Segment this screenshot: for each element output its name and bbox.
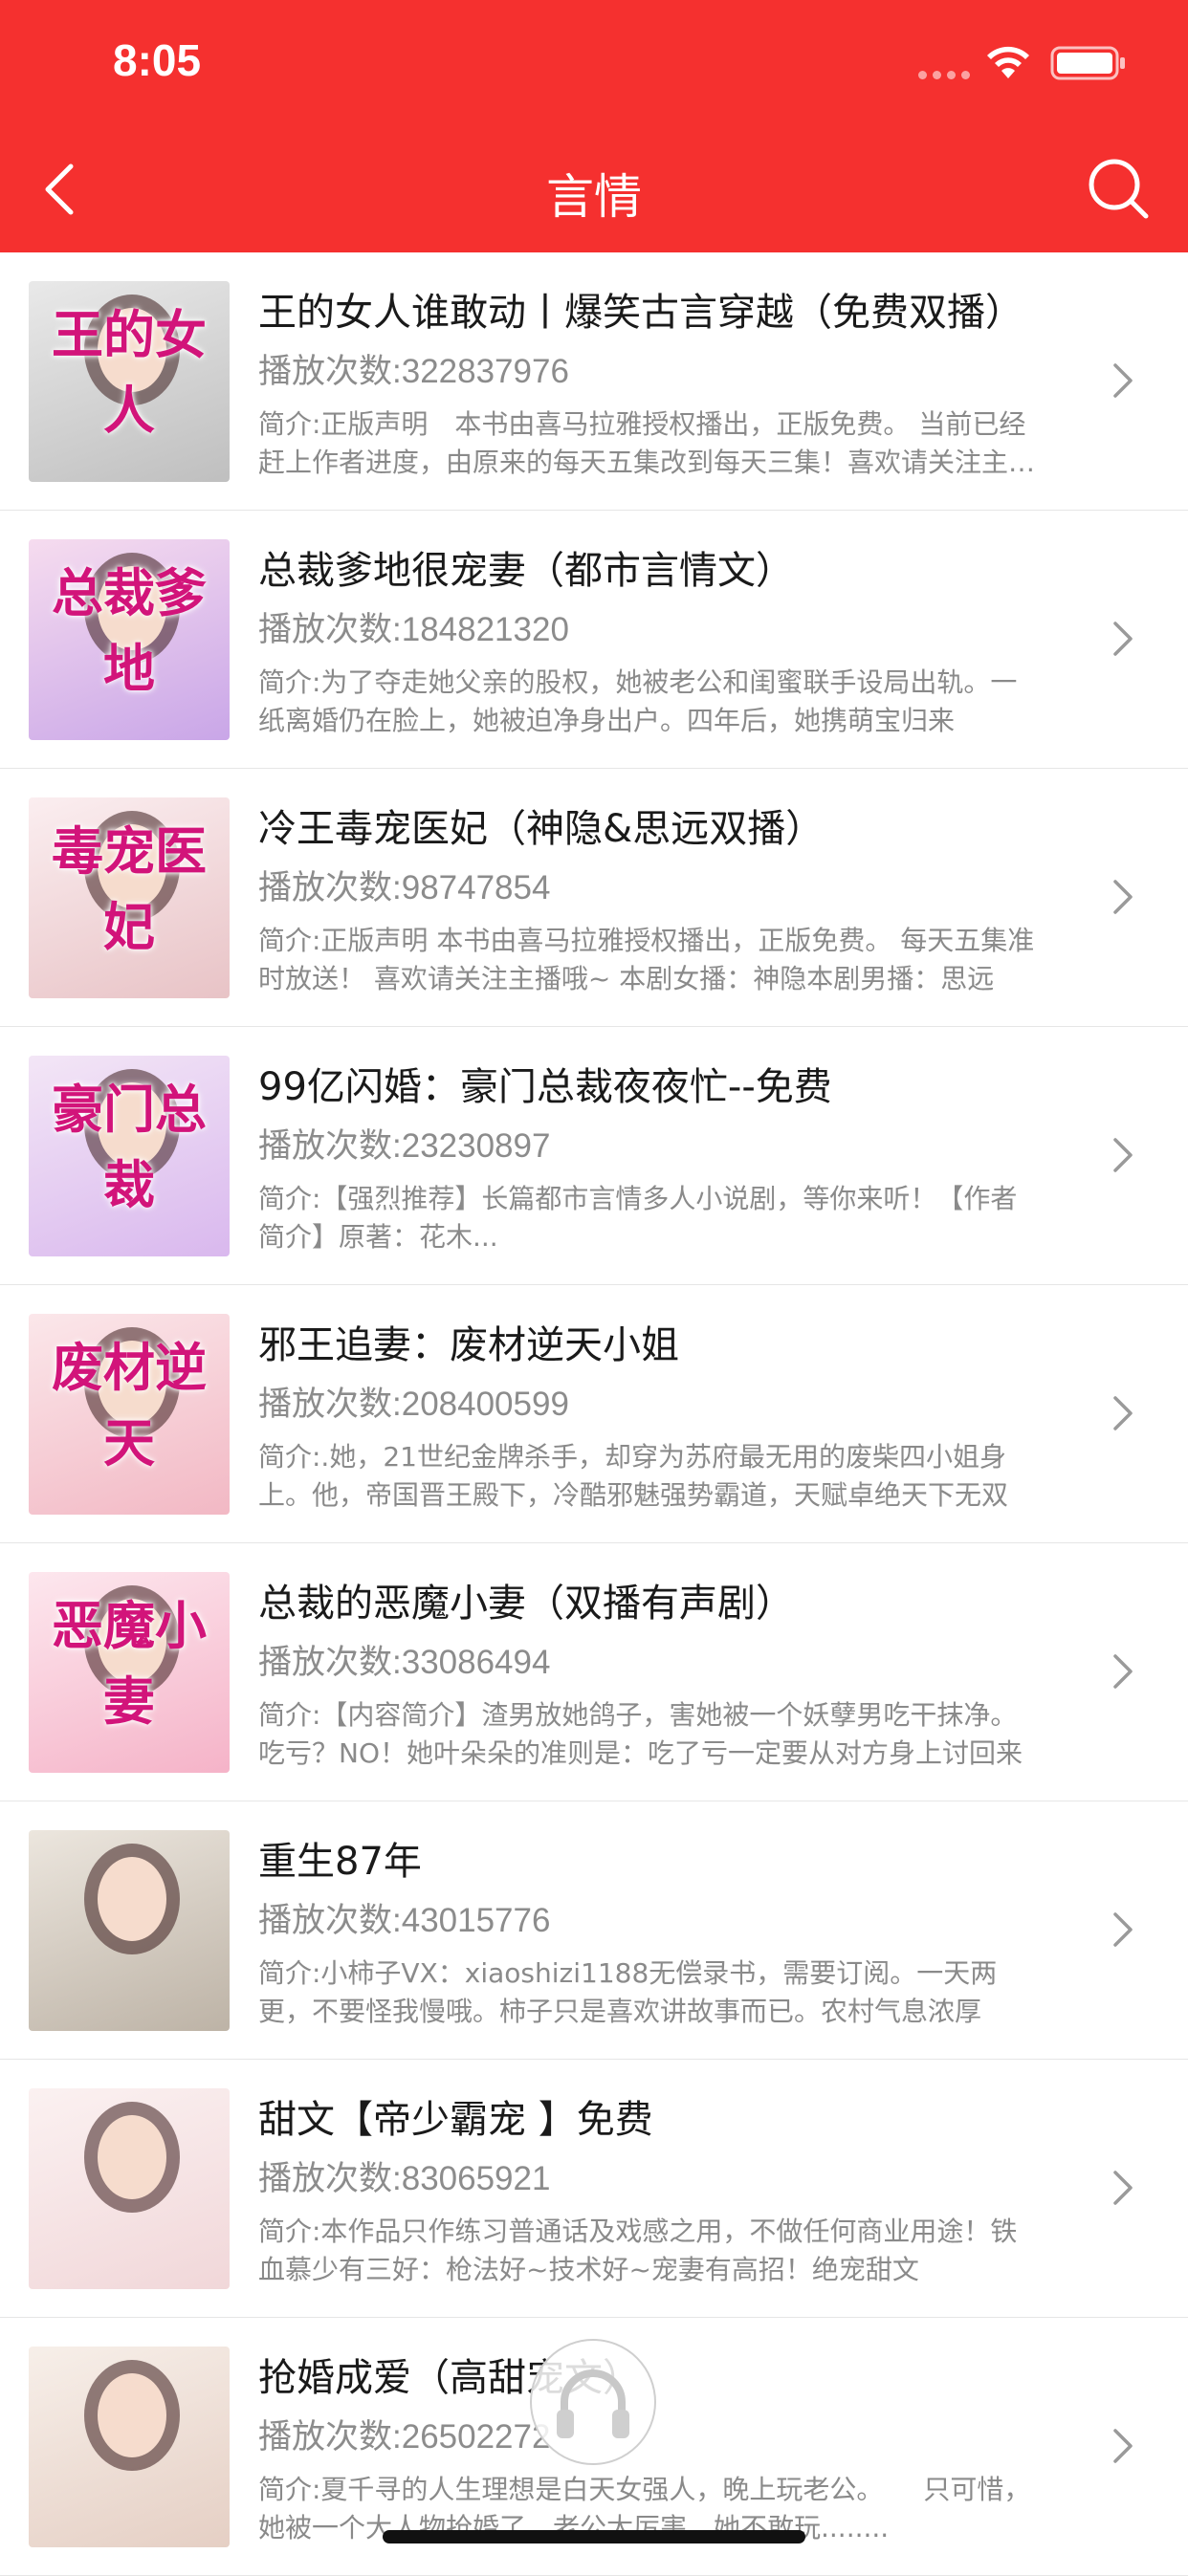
album-cover-image <box>29 2088 230 2289</box>
play-count-label: 播放次数: <box>258 1902 402 1939</box>
cover-title-art: 总裁爹地 <box>52 562 207 699</box>
album-list-item[interactable]: 重生87年 播放次数:43015776 简介:小柿子VX：xiaoshizi11… <box>0 1801 1188 2060</box>
album-list-item[interactable]: 毒宠医妃 冷王毒宠医妃（神隐&思远双播） 播放次数:98747854 简介:正版… <box>0 769 1188 1027</box>
battery-icon <box>1050 46 1125 80</box>
play-count-value: 23230897 <box>401 1127 551 1165</box>
chevron-right-icon <box>1113 1654 1133 1689</box>
album-list-item[interactable]: 总裁爹地 总裁爹地很宠妻（都市言情文） 播放次数:184821320 简介:为了… <box>0 511 1188 769</box>
audio-player-button[interactable] <box>530 2339 656 2465</box>
album-cover-image: 废材逆天 <box>29 1314 230 1515</box>
album-intro: 简介:正版声明 本书由喜马拉雅授权播出，正版免费。 当前已经赶上作者进度，由原来… <box>258 408 1036 478</box>
status-time: 8:05 <box>113 35 202 85</box>
play-count-label: 播放次数: <box>258 869 402 906</box>
album-cover-image: 豪门总裁 <box>29 1056 230 1256</box>
album-list-item[interactable]: 恶魔小妻 总裁的恶魔小妻（双播有声剧） 播放次数:33086494 简介:【内容… <box>0 1543 1188 1801</box>
album-list-item[interactable]: 甜文【帝少霸宠 】免费 播放次数:83065921 简介:本作品只作练习普通话及… <box>0 2060 1188 2318</box>
album-intro: 简介:为了夺走她父亲的股权，她被老公和闺蜜联手设局出轨。一纸离婚仍在脸上，她被迫… <box>258 666 1018 736</box>
album-intro: 简介:.她，21世纪金牌杀手，却穿为苏府最无用的废柴四小姐身上。他，帝国晋王殿下… <box>258 1441 1009 1511</box>
chevron-right-icon <box>1113 2171 1133 2205</box>
play-count: 播放次数:33086494 <box>258 1635 550 1684</box>
home-indicator <box>383 2530 805 2543</box>
album-title: 冷王毒宠医妃（神隐&思远双播） <box>258 807 825 851</box>
cover-figure <box>98 1857 166 1941</box>
album-intro: 简介:【强烈推荐】长篇都市言情多人小说剧，等你来听！【作者简介】原著：花木... <box>258 1183 1018 1253</box>
album-list: 王的女人 王的女人谁敢动丨爆笑古言穿越（免费双播） 播放次数:322837976… <box>0 252 1188 2576</box>
play-count: 播放次数:184821320 <box>258 602 569 651</box>
cellular-signal-icon <box>918 71 970 79</box>
album-title: 王的女人谁敢动丨爆笑古言穿越（免费双播） <box>258 291 1023 335</box>
chevron-right-icon <box>1113 363 1133 398</box>
play-count-label: 播放次数: <box>258 353 402 390</box>
album-cover-image: 王的女人 <box>29 281 230 482</box>
album-cover-image <box>29 2347 230 2547</box>
play-count: 播放次数:83065921 <box>258 2151 550 2200</box>
cover-title-art: 豪门总裁 <box>52 1079 207 1215</box>
album-title: 99亿闪婚：豪门总裁夜夜忙--免费 <box>258 1065 832 1109</box>
album-title: 总裁的恶魔小妻（双播有声剧） <box>258 1582 794 1626</box>
cover-title-art: 毒宠医妃 <box>52 820 207 957</box>
album-intro: 简介:【内容简介】渣男放她鸽子，害她被一个妖孽男吃干抹净。吃亏？NO！她叶朵朵的… <box>258 1699 1023 1769</box>
album-list-item[interactable]: 废材逆天 邪王追妻：废材逆天小姐 播放次数:208400599 简介:.她，21… <box>0 1285 1188 1543</box>
album-list-item[interactable]: 王的女人 王的女人谁敢动丨爆笑古言穿越（免费双播） 播放次数:322837976… <box>0 252 1188 511</box>
album-title: 重生87年 <box>258 1840 422 1884</box>
cover-title-art: 王的女人 <box>52 304 207 441</box>
play-count: 播放次数:43015776 <box>258 1893 550 1942</box>
wifi-icon <box>987 46 1029 78</box>
play-count: 播放次数:322837976 <box>258 344 569 393</box>
play-count: 播放次数:23230897 <box>258 1119 550 1168</box>
play-count: 播放次数:26502272 <box>258 2410 550 2458</box>
play-count: 播放次数:98747854 <box>258 861 550 909</box>
chevron-right-icon <box>1113 1396 1133 1430</box>
search-button[interactable] <box>1087 157 1150 220</box>
play-count-label: 播放次数: <box>258 1127 402 1165</box>
album-intro: 简介:本作品只作练习普通话及戏感之用，不做任何商业用途！铁血慕少有三好：枪法好~… <box>258 2216 1018 2285</box>
play-count-value: 322837976 <box>401 353 569 390</box>
play-count-value: 33086494 <box>401 1644 551 1681</box>
cover-title-art: 恶魔小妻 <box>52 1595 207 1732</box>
page-title: 言情 <box>546 169 642 225</box>
play-count-label: 播放次数: <box>258 1644 402 1681</box>
cover-title-art: 废材逆天 <box>52 1337 207 1474</box>
play-count-label: 播放次数: <box>258 611 402 648</box>
chevron-right-icon <box>1113 880 1133 914</box>
album-list-item[interactable]: 豪门总裁 99亿闪婚：豪门总裁夜夜忙--免费 播放次数:23230897 简介:… <box>0 1027 1188 1285</box>
play-count-value: 98747854 <box>401 869 551 906</box>
play-count-value: 208400599 <box>401 1386 569 1423</box>
album-title: 甜文【帝少霸宠 】免费 <box>258 2098 653 2142</box>
album-intro: 简介:正版声明 本书由喜马拉雅授权播出，正版免费。 每天五集准时放送！ 喜欢请关… <box>258 925 1035 994</box>
album-title: 总裁爹地很宠妻（都市言情文） <box>258 549 794 593</box>
headphones-icon <box>557 2369 629 2438</box>
album-cover-image <box>29 1830 230 2031</box>
album-intro: 简介:小柿子VX：xiaoshizi1188无偿录书，需要订阅。一天两更，不要怪… <box>258 1957 998 2027</box>
play-count-label: 播放次数: <box>258 2418 402 2456</box>
chevron-right-icon <box>1113 1138 1133 1172</box>
header: 8:05 言情 <box>0 0 1188 252</box>
cover-figure <box>98 2115 166 2199</box>
chevron-right-icon <box>1113 1912 1133 1947</box>
cover-figure <box>98 2373 166 2457</box>
play-count-value: 26502272 <box>401 2418 551 2456</box>
album-cover-image: 总裁爹地 <box>29 539 230 740</box>
play-count: 播放次数:208400599 <box>258 1377 569 1426</box>
chevron-right-icon <box>1113 2429 1133 2463</box>
play-count-value: 184821320 <box>401 611 569 648</box>
album-cover-image: 毒宠医妃 <box>29 797 230 998</box>
play-count-label: 播放次数: <box>258 1386 402 1423</box>
album-cover-image: 恶魔小妻 <box>29 1572 230 1773</box>
play-count-label: 播放次数: <box>258 2160 402 2197</box>
play-count-value: 83065921 <box>401 2160 551 2197</box>
chevron-right-icon <box>1113 622 1133 656</box>
play-count-value: 43015776 <box>401 1902 551 1939</box>
album-title: 邪王追妻：废材逆天小姐 <box>258 1323 679 1367</box>
